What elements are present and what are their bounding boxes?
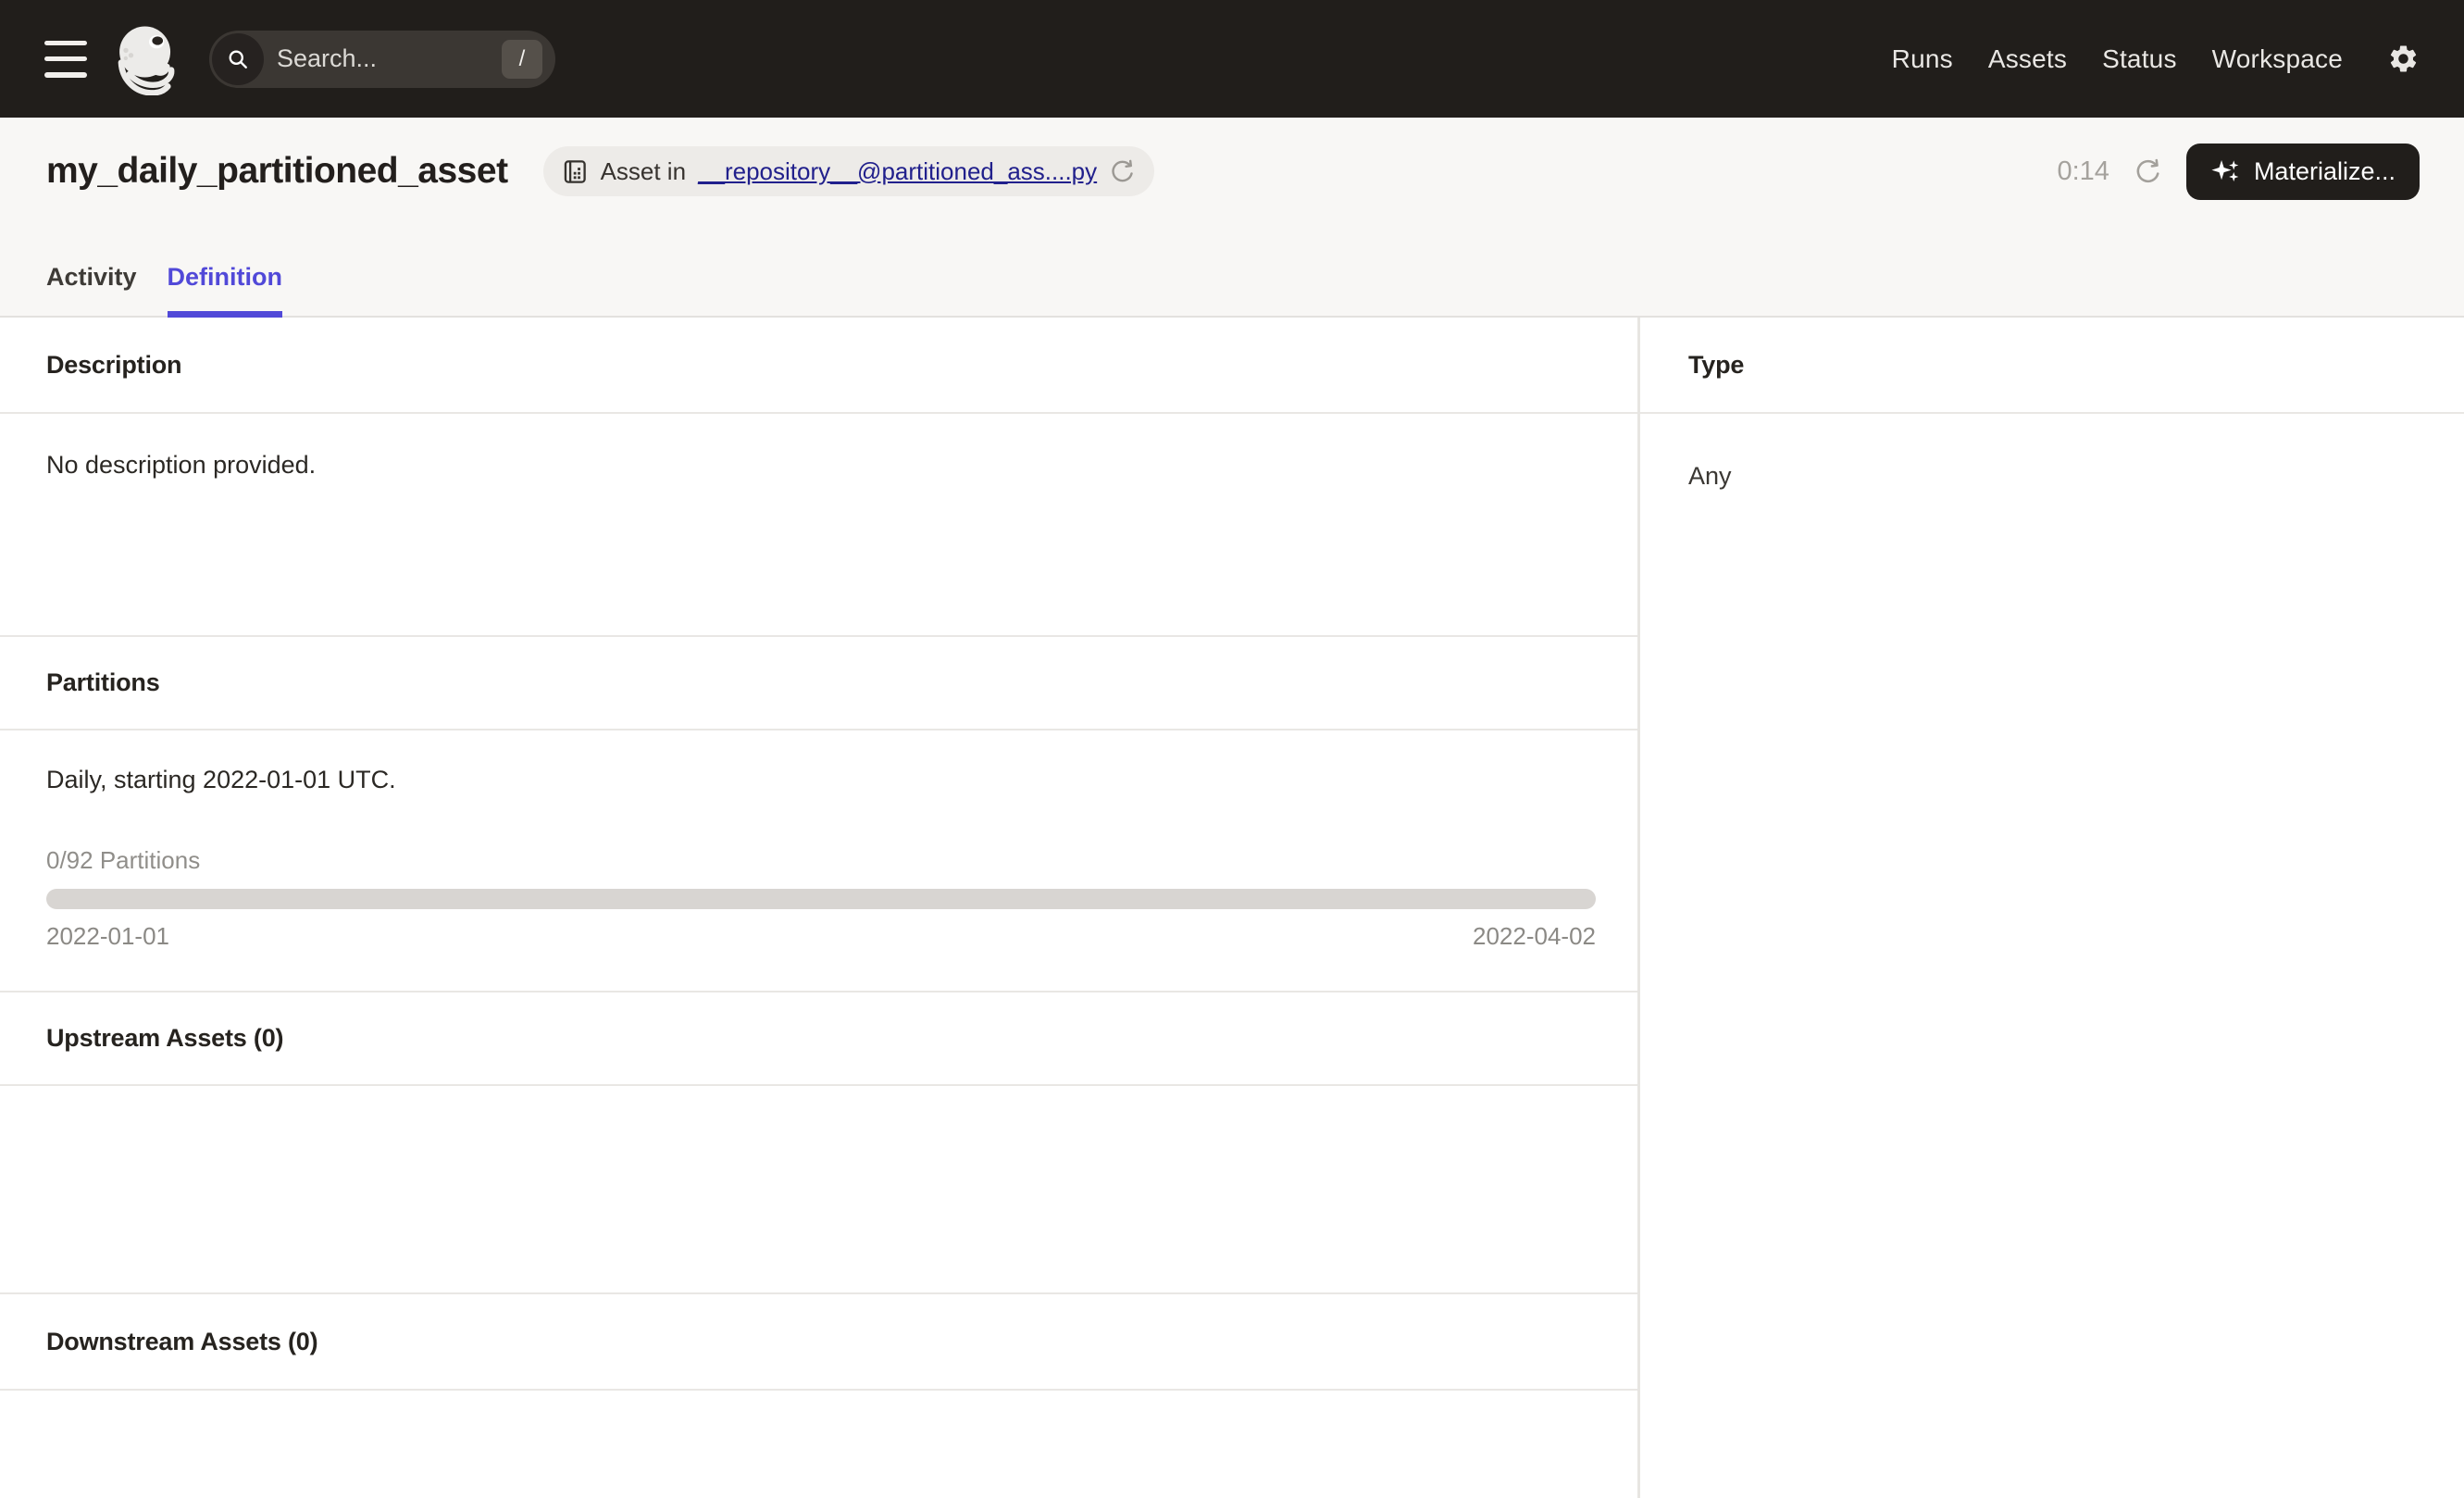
downstream-section-body [0,1391,1637,1498]
partitions-section-body: Daily, starting 2022-01-01 UTC. 0/92 Par… [0,730,1637,992]
title-row: my_daily_partitioned_asset Asset in __re… [46,142,2420,201]
nav-item-assets[interactable]: Assets [1988,44,2067,74]
materialize-button[interactable]: Materialize... [2185,143,2420,200]
dagster-asset-page: / Runs Assets Status Workspace my_daily_… [0,0,2464,1498]
partitions-range-end: 2022-04-02 [1473,922,1596,950]
type-heading: Type [1688,350,1745,379]
repo-grid-icon [560,157,589,186]
nav-item-runs[interactable]: Runs [1892,44,1953,74]
description-heading: Description [46,350,182,379]
header-actions: 0:14 Materialize... [2057,143,2420,200]
downstream-heading: Downstream Assets (0) [46,1327,318,1355]
partitions-range-row: 2022-01-01 2022-04-02 [46,922,1596,951]
nav-item-workspace[interactable]: Workspace [2212,44,2343,74]
repository-link[interactable]: __repository__@partitioned_ass....py [698,157,1097,186]
asset-origin-badge: Asset in __repository__@partitioned_ass.… [542,146,1155,196]
search-input[interactable] [264,44,502,73]
partitions-progress-bar [46,889,1596,909]
downstream-section-header: Downstream Assets (0) [0,1294,1637,1391]
sparkles-icon [2210,156,2242,187]
definition-content: Description No description provided. Par… [0,318,2464,1498]
type-value: Any [1688,462,1732,490]
tab-activity[interactable]: Activity [46,263,137,316]
badge-prefix: Asset in [600,156,687,185]
partitions-count-label: 0/92 Partitions [46,846,201,874]
partitions-heading: Partitions [46,668,160,696]
left-column: Description No description provided. Par… [0,318,1640,1498]
type-section-body: Any [1640,414,2464,1498]
refresh-icon[interactable] [2134,157,2162,186]
description-section-header: Description [0,318,1637,414]
partitions-summary: Daily, starting 2022-01-01 UTC. [46,766,396,793]
magnifier-icon [212,32,264,85]
page-title: my_daily_partitioned_asset [46,151,508,191]
gear-icon[interactable] [2387,43,2420,75]
upstream-section-body [0,1086,1637,1294]
auto-refresh-timer: 0:14 [2057,156,2109,186]
top-nav: / Runs Assets Status Workspace [0,0,2464,118]
description-section-body: No description provided. [0,414,1637,637]
nav-links: Runs Assets Status Workspace [1892,43,2420,75]
slash-keycap: / [502,39,542,79]
upstream-section-header: Upstream Assets (0) [0,992,1637,1086]
tab-definition[interactable]: Definition [167,263,283,318]
search-bar[interactable]: / [209,30,555,88]
type-section-header: Type [1640,318,2464,414]
tab-bar: Activity Definition [46,245,2420,318]
asset-header: my_daily_partitioned_asset Asset in __re… [0,118,2464,318]
partitions-range-start: 2022-01-01 [46,922,169,950]
dagster-logo[interactable] [113,23,185,95]
materialize-label: Materialize... [2253,156,2396,185]
nav-item-status[interactable]: Status [2102,44,2177,74]
hamburger-icon[interactable] [44,40,87,78]
reload-icon[interactable] [1109,158,1136,185]
description-text: No description provided. [46,451,317,479]
partitions-section-header: Partitions [0,637,1637,730]
right-column: Type Any [1640,318,2464,1498]
upstream-heading: Upstream Assets (0) [46,1024,284,1052]
